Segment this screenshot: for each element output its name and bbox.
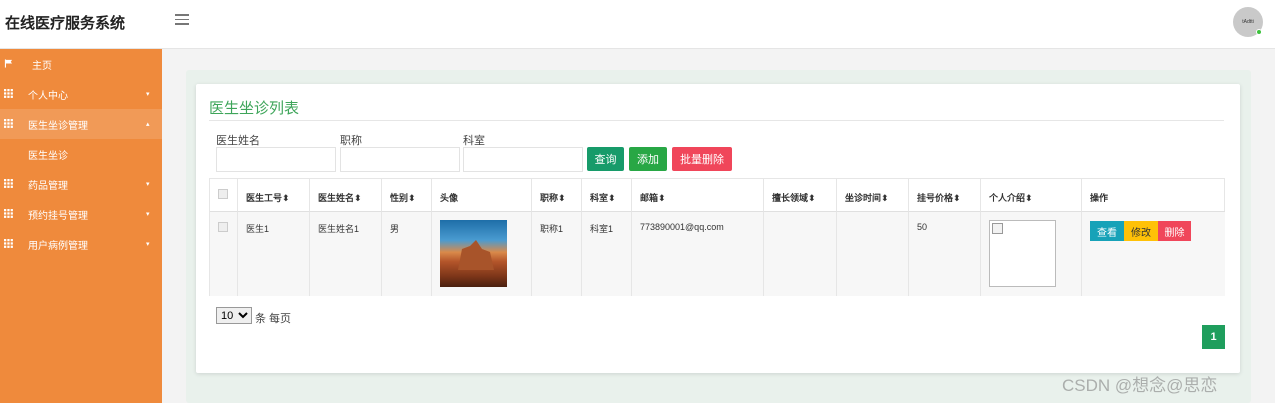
select-all-cell [210, 179, 238, 212]
chevron-down-icon: ▾ [146, 181, 150, 188]
sort-icon: ⬍ [1025, 193, 1033, 203]
cell-schedule-time [837, 212, 909, 296]
grid-icon [4, 239, 13, 248]
sidebar-item-label: 医生坐诊管理 [28, 120, 88, 132]
header-doctor-id[interactable]: 医生工号⬍ [238, 179, 310, 212]
sidebar-item-medicine-management[interactable]: 药品管理 ▾ [0, 169, 162, 199]
header-intro[interactable]: 个人介绍⬍ [981, 179, 1082, 212]
doctor-schedule-table: 医生工号⬍ 医生姓名⬍ 性别⬍ 头像 职称⬍ 科室⬍ 邮箱⬍ 擅长领域⬍ 坐诊时… [209, 178, 1225, 296]
page-size-select[interactable]: 10 [216, 307, 252, 324]
department-label: 科室 [463, 135, 485, 147]
flag-icon [4, 59, 13, 68]
broken-image-icon [989, 220, 1056, 287]
grid-icon [4, 179, 13, 188]
sort-icon: ⬍ [881, 193, 889, 203]
watermark: CSDN @想念@思恋 [1062, 376, 1218, 395]
cell-specialty [764, 212, 837, 296]
sidebar-subitem-doctor-schedule[interactable]: 医生坐诊 [0, 139, 162, 169]
sidebar-item-doctor-schedule-management[interactable]: 医生坐诊管理 ▴ [0, 109, 162, 139]
header-department[interactable]: 科室⬍ [582, 179, 632, 212]
sort-icon: ⬍ [282, 193, 290, 203]
header-title[interactable]: 职称⬍ [532, 179, 582, 212]
view-button[interactable]: 查看 [1090, 221, 1124, 241]
select-all-checkbox[interactable] [218, 189, 228, 199]
cell-doctor-name: 医生姓名1 [310, 212, 382, 296]
sort-icon: ⬍ [408, 193, 416, 203]
header-price[interactable]: 挂号价格⬍ [909, 179, 981, 212]
row-select-cell [210, 212, 238, 296]
menu-toggle-icon[interactable] [175, 14, 189, 26]
chevron-down-icon: ▾ [146, 241, 150, 248]
chevron-down-icon: ▾ [146, 91, 150, 98]
sidebar-item-personal-center[interactable]: 个人中心 ▾ [0, 79, 162, 109]
app-title: 在线医疗服务系统 [5, 15, 126, 32]
cell-intro [981, 212, 1082, 296]
header-photo: 头像 [432, 179, 532, 212]
sidebar-item-label: 个人中心 [28, 90, 68, 102]
header-doctor-name[interactable]: 医生姓名⬍ [310, 179, 382, 212]
page-title: 医生坐诊列表 [209, 100, 300, 117]
online-status-indicator [1256, 29, 1262, 35]
header-specialty[interactable]: 擅长领域⬍ [764, 179, 837, 212]
sidebar: 主页 个人中心 ▾ 医生坐诊管理 ▴ 医生坐诊 药品管理 ▾ 预约挂号管理 ▾ … [0, 49, 162, 403]
sort-icon: ⬍ [558, 193, 566, 203]
title-label: 职称 [340, 135, 362, 147]
batch-delete-button[interactable]: 批量删除 [672, 147, 732, 171]
cell-department: 科室1 [582, 212, 632, 296]
add-button[interactable]: 添加 [629, 147, 667, 171]
sidebar-item-label: 药品管理 [28, 180, 68, 192]
cell-doctor-id: 医生1 [238, 212, 310, 296]
cell-photo [432, 212, 532, 296]
doctor-photo [440, 220, 507, 287]
row-checkbox[interactable] [218, 222, 228, 232]
cell-gender: 男 [382, 212, 432, 296]
edit-button[interactable]: 修改 [1124, 221, 1158, 241]
department-input[interactable] [463, 147, 583, 172]
sidebar-item-home[interactable]: 主页 [0, 49, 162, 79]
sidebar-item-label: 主页 [32, 60, 52, 72]
header-gender[interactable]: 性别⬍ [382, 179, 432, 212]
query-button[interactable]: 查询 [587, 147, 624, 171]
sidebar-item-label: 用户病例管理 [28, 240, 88, 252]
header-email[interactable]: 邮箱⬍ [632, 179, 764, 212]
sort-icon: ⬍ [608, 193, 616, 203]
cell-actions: 查看 修改 删除 [1082, 212, 1225, 296]
cell-email: 773890001@qq.com [632, 212, 764, 296]
top-bar: 在线医疗服务系统 tAdtti [0, 0, 1275, 49]
cell-price: 50 [909, 212, 981, 296]
page-size-label: 条 每页 [255, 313, 292, 325]
header-actions: 操作 [1082, 179, 1225, 212]
page-button-1[interactable]: 1 [1202, 325, 1225, 349]
title-input[interactable] [340, 147, 460, 172]
sidebar-item-label: 预约挂号管理 [28, 210, 88, 222]
grid-icon [4, 89, 13, 98]
cell-title: 职称1 [532, 212, 582, 296]
grid-icon [4, 119, 13, 128]
chevron-up-icon: ▴ [146, 121, 150, 128]
sort-icon: ⬍ [953, 193, 961, 203]
sidebar-item-appointment-management[interactable]: 预约挂号管理 ▾ [0, 199, 162, 229]
sort-icon: ⬍ [808, 193, 816, 203]
delete-button[interactable]: 删除 [1158, 221, 1191, 241]
divider [209, 120, 1224, 121]
grid-icon [4, 209, 13, 218]
header-schedule-time[interactable]: 坐诊时间⬍ [837, 179, 909, 212]
doctor-name-input[interactable] [216, 147, 336, 172]
sort-icon: ⬍ [658, 193, 666, 203]
sidebar-item-patient-records-management[interactable]: 用户病例管理 ▾ [0, 229, 162, 259]
chevron-down-icon: ▾ [146, 211, 150, 218]
sort-icon: ⬍ [354, 193, 362, 203]
doctor-name-label: 医生姓名 [216, 135, 260, 147]
